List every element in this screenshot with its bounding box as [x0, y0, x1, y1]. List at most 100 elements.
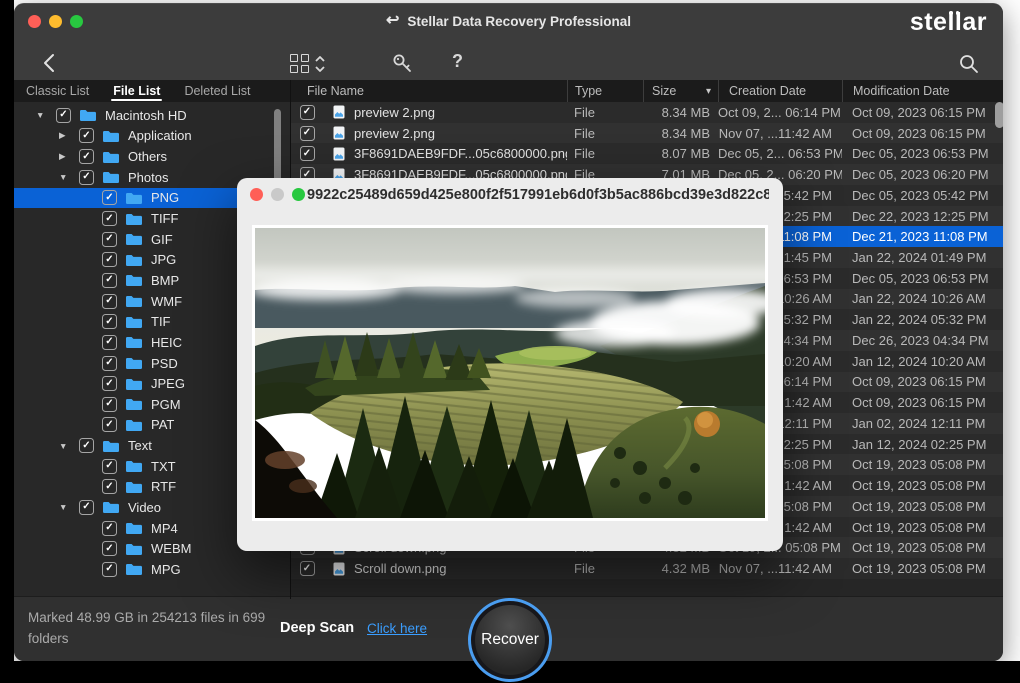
checkbox[interactable]: ✓	[102, 211, 117, 226]
marked-summary: Marked 48.99 GB in 254213 files in 699 f…	[28, 608, 290, 650]
checkbox[interactable]: ✓	[300, 126, 315, 141]
column-header-file-name[interactable]: File Name	[290, 80, 567, 102]
folder-icon	[125, 377, 143, 391]
folder-icon	[125, 253, 143, 267]
sort-down-icon[interactable]: ▾	[706, 86, 711, 97]
checkbox[interactable]: ✓	[102, 232, 117, 247]
folder-icon	[102, 129, 120, 143]
file-type: File	[567, 126, 643, 141]
tree-item-label: MPG	[151, 562, 181, 577]
expander-icon[interactable]: ▼	[59, 441, 79, 451]
file-type: File	[567, 146, 643, 161]
expander-icon[interactable]: ▶	[59, 151, 79, 162]
tree-item-macintosh-hd[interactable]: ▼ ✓ Macintosh HD	[14, 105, 290, 126]
preview-minimize-button[interactable]	[271, 188, 284, 201]
tree-item-label: JPG	[151, 252, 176, 267]
tree-item-application[interactable]: ▶ ✓ Application	[14, 126, 290, 147]
modification-date: Dec 05, 2023 06:53 PM	[842, 271, 1003, 286]
help-icon[interactable]: ?	[452, 51, 463, 72]
checkbox[interactable]: ✓	[102, 356, 117, 371]
tree-item-mpg[interactable]: ✓ MPG	[14, 559, 290, 580]
checkbox[interactable]: ✓	[102, 541, 117, 556]
checkbox[interactable]: ✓	[102, 294, 117, 309]
modification-date: Dec 05, 2023 06:20 PM	[842, 167, 1003, 182]
list-tabs: Classic List File List Deleted List	[14, 80, 290, 102]
checkbox[interactable]: ✓	[102, 190, 117, 205]
checkbox[interactable]: ✓	[102, 521, 117, 536]
folder-icon	[125, 480, 143, 494]
table-row[interactable]: ✓ preview 2.png File 8.34 MB Nov 07, ...…	[290, 123, 1003, 144]
creation-date: Dec 05, 2... 06:53 PM	[718, 146, 842, 161]
checkbox[interactable]: ✓	[102, 459, 117, 474]
checkbox[interactable]: ✓	[300, 105, 315, 120]
tab-classic-list[interactable]: Classic List	[14, 80, 101, 102]
tree-item-others[interactable]: ▶ ✓ Others	[14, 146, 290, 167]
checkbox[interactable]: ✓	[102, 252, 117, 267]
modification-date: Oct 19, 2023 05:08 PM	[842, 540, 1003, 555]
file-type: File	[567, 561, 643, 576]
checkbox[interactable]: ✓	[102, 417, 117, 432]
column-header-modification-date[interactable]: Modification Date	[842, 80, 1003, 102]
checkbox[interactable]: ✓	[79, 128, 94, 143]
preview-titlebar: 9922c25489d659d425e800f2f517991eb6d0f3b5…	[237, 178, 783, 212]
tab-file-list[interactable]: File List	[101, 80, 172, 102]
table-row[interactable]: ✓ Scroll down.png File 4.32 MB Nov 07, .…	[290, 558, 1003, 579]
checkbox[interactable]: ✓	[79, 438, 94, 453]
tree-item-label: PGM	[151, 397, 181, 412]
modification-date: Jan 12, 2024 02:25 PM	[842, 437, 1003, 452]
tree-item-label: Video	[128, 500, 161, 515]
tab-deleted-list[interactable]: Deleted List	[172, 80, 262, 102]
file-size: 8.34 MB	[643, 126, 718, 141]
activation-key-icon[interactable]	[392, 53, 414, 75]
column-header-creation-date[interactable]: Creation Date	[718, 80, 842, 102]
checkbox[interactable]: ✓	[102, 376, 117, 391]
checkbox[interactable]: ✓	[79, 149, 94, 164]
expander-icon[interactable]: ▼	[59, 502, 79, 512]
recover-button[interactable]: Recover	[468, 598, 552, 682]
view-switch-chevrons-icon[interactable]	[314, 53, 326, 75]
checkbox[interactable]: ✓	[56, 108, 71, 123]
table-row[interactable]: ✓ 3F8691DAEB9FDF...05c6800000.png File 8…	[290, 143, 1003, 164]
deep-scan-click-here-link[interactable]: Click here	[367, 621, 427, 636]
checkbox[interactable]: ✓	[102, 314, 117, 329]
modification-date: Oct 19, 2023 05:08 PM	[842, 457, 1003, 472]
background-left-strip	[0, 0, 14, 683]
checkbox[interactable]: ✓	[79, 170, 94, 185]
image-file-icon	[333, 126, 345, 140]
checkbox[interactable]: ✓	[102, 479, 117, 494]
creation-date: Oct 09, 2... 06:14 PM	[718, 105, 842, 120]
checkbox[interactable]: ✓	[102, 562, 117, 577]
checkbox[interactable]: ✓	[102, 273, 117, 288]
expander-icon[interactable]: ▼	[59, 172, 79, 182]
tree-item-label: TIFF	[151, 211, 178, 226]
checkbox[interactable]: ✓	[300, 146, 315, 161]
tree-item-label: RTF	[151, 479, 176, 494]
checkbox[interactable]: ✓	[300, 561, 315, 576]
tree-item-label: Photos	[128, 170, 168, 185]
view-switch-icon[interactable]	[290, 54, 309, 73]
column-header-size[interactable]: Size ▾	[643, 80, 718, 102]
folder-icon	[125, 212, 143, 226]
search-icon[interactable]	[958, 53, 980, 75]
active-tab-underline	[111, 99, 162, 101]
folder-icon	[125, 232, 143, 246]
modification-date: Dec 05, 2023 06:53 PM	[842, 146, 1003, 161]
file-size: 4.32 MB	[643, 561, 718, 576]
back-icon[interactable]	[42, 52, 56, 74]
checkbox[interactable]: ✓	[102, 335, 117, 350]
folder-icon	[125, 356, 143, 370]
tree-item-label: PNG	[151, 190, 179, 205]
folder-icon	[102, 439, 120, 453]
expander-icon[interactable]: ▶	[59, 130, 79, 141]
file-list-scrollbar[interactable]	[995, 102, 1003, 128]
preview-close-button[interactable]	[250, 188, 263, 201]
table-row[interactable]: ✓ preview 2.png File 8.34 MB Oct 09, 2..…	[290, 102, 1003, 123]
column-header-type[interactable]: Type	[567, 80, 643, 102]
preview-zoom-button[interactable]	[292, 188, 305, 201]
checkbox[interactable]: ✓	[79, 500, 94, 515]
modification-date: Oct 19, 2023 05:08 PM	[842, 561, 1003, 576]
tree-item-label: BMP	[151, 273, 179, 288]
checkbox[interactable]: ✓	[102, 397, 117, 412]
expander-icon[interactable]: ▼	[36, 110, 56, 120]
modification-date: Oct 09, 2023 06:15 PM	[842, 374, 1003, 389]
